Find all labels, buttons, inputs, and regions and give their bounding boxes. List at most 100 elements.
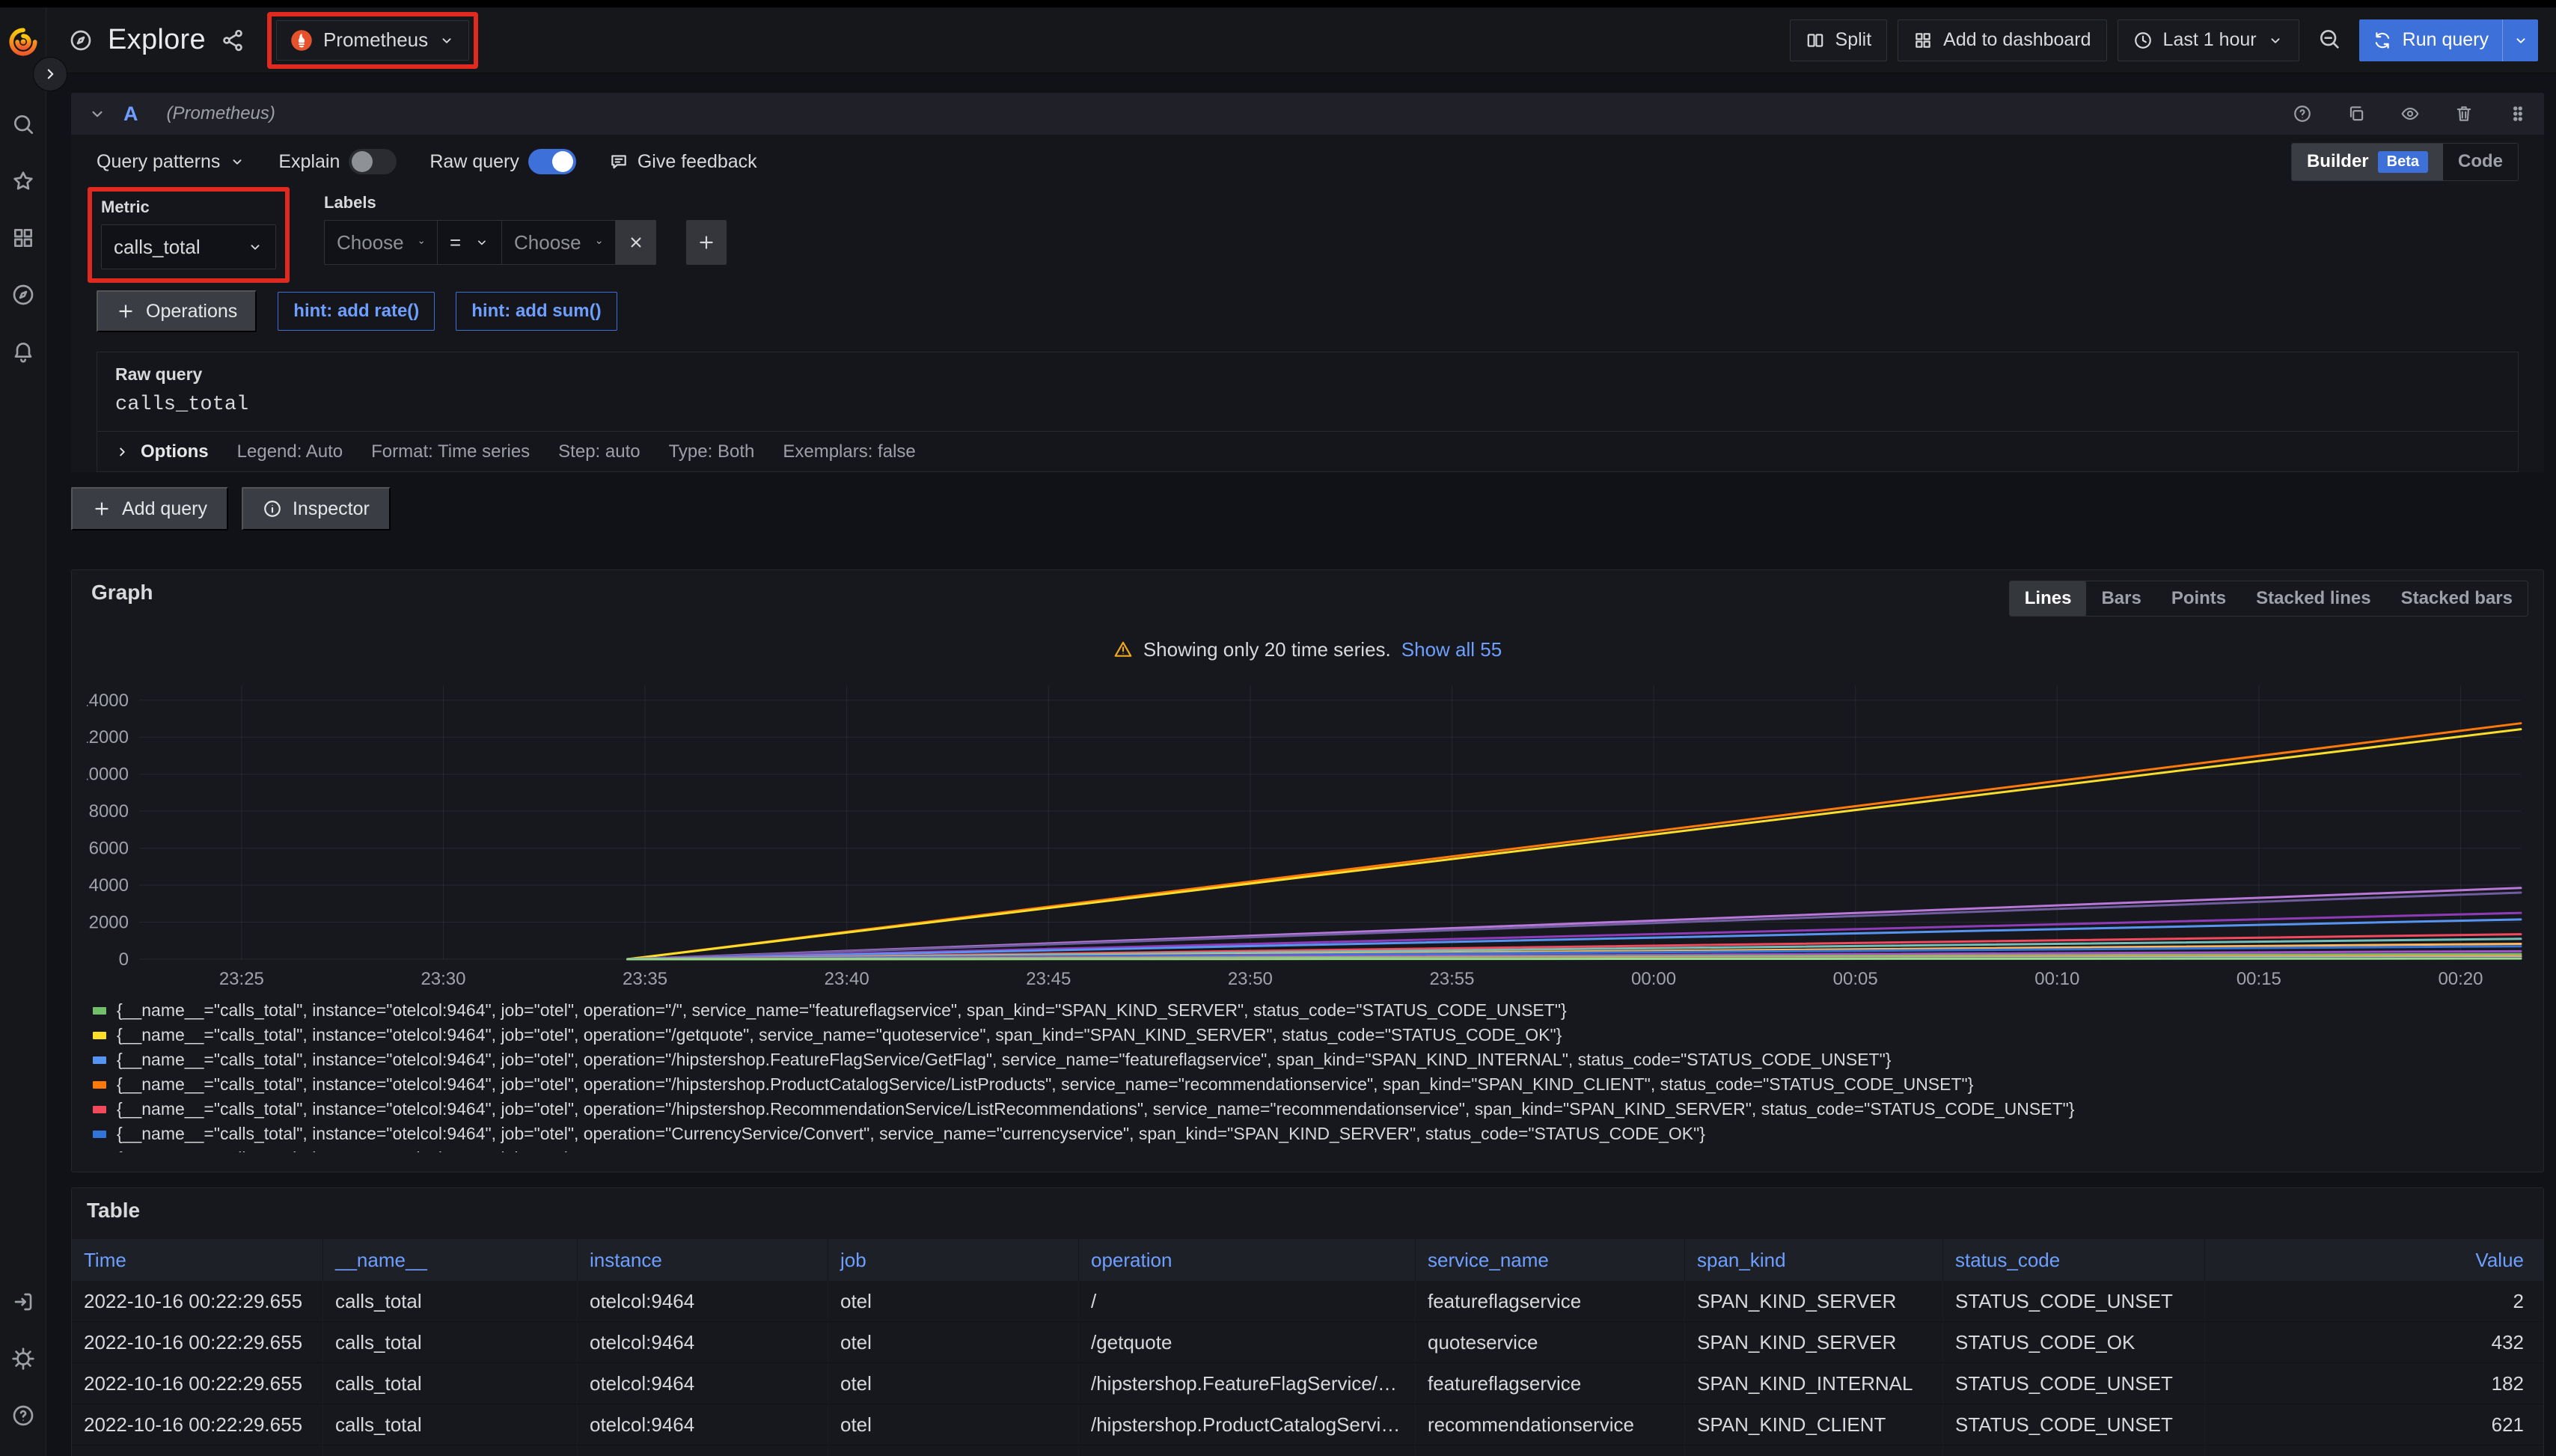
label-name-placeholder: Choose xyxy=(337,231,404,254)
legend-item[interactable]: {__name__="calls_total", instance="otelc… xyxy=(93,1047,2528,1072)
legend-item[interactable]: {__name__="calls_total", instance="otelc… xyxy=(93,1146,2528,1152)
dashboard-grid-icon xyxy=(1913,31,1933,50)
tab-builder[interactable]: Builder Beta xyxy=(2292,144,2443,180)
graph-mode-bars[interactable]: Bars xyxy=(2086,581,2156,616)
column-header-value[interactable]: Value xyxy=(2204,1239,2543,1281)
time-series-chart[interactable]: 0200040006000800010000120001400023:2523:… xyxy=(87,678,2528,992)
add-to-dashboard-button[interactable]: Add to dashboard xyxy=(1898,19,2106,61)
metric-annotation-box: Metric calls_total xyxy=(88,187,290,283)
show-all-series-link[interactable]: Show all 55 xyxy=(1401,638,1502,661)
cell-job: otel xyxy=(828,1322,1078,1362)
cell-value: 621 xyxy=(2204,1446,2543,1456)
options-collapse-toggle[interactable]: Options xyxy=(114,441,209,462)
duplicate-query-icon[interactable] xyxy=(2346,104,2366,123)
labels-label: Labels xyxy=(324,193,727,212)
give-feedback-link[interactable]: Give feedback xyxy=(609,151,757,173)
warning-text: Showing only 20 time series. xyxy=(1143,638,1391,661)
cell-job: otel xyxy=(828,1281,1078,1321)
column-header-job[interactable]: job xyxy=(828,1239,1078,1281)
add-label-filter-button[interactable] xyxy=(686,220,727,265)
add-to-dashboard-label: Add to dashboard xyxy=(1943,29,2091,51)
graph-mode-lines[interactable]: Lines xyxy=(2010,581,2087,616)
chevron-right-icon xyxy=(114,444,130,460)
cell-time: 2022-10-16 00:22:29.655 xyxy=(72,1281,322,1321)
column-header-span_kind[interactable]: span_kind xyxy=(1684,1239,1942,1281)
hint-add-sum-button[interactable]: hint: add sum() xyxy=(456,292,617,331)
comment-icon xyxy=(609,152,629,171)
option-legend: Legend: Auto xyxy=(237,441,343,462)
sidebar-item-configuration[interactable] xyxy=(0,1330,46,1387)
table-row[interactable]: 2022-10-16 00:22:29.655calls_totalotelco… xyxy=(72,1322,2543,1363)
y-axis-tick: 14000 xyxy=(87,691,129,711)
chevron-down-icon xyxy=(229,153,245,170)
run-query-dropdown[interactable] xyxy=(2502,19,2538,61)
table-row[interactable]: 2022-10-16 00:22:29.655calls_totalotelco… xyxy=(72,1281,2543,1322)
sidebar-item-dashboards[interactable] xyxy=(0,209,46,266)
disable-query-eye-icon[interactable] xyxy=(2400,104,2420,123)
column-header-status_code[interactable]: status_code xyxy=(1942,1239,2204,1281)
sidebar-item-sign-in[interactable] xyxy=(0,1273,46,1330)
query-help-icon[interactable] xyxy=(2293,104,2312,123)
run-query-button[interactable]: Run query xyxy=(2359,19,2538,61)
add-query-button[interactable]: Add query xyxy=(71,487,228,530)
legend-item[interactable]: {__name__="calls_total", instance="otelc… xyxy=(93,1122,2528,1146)
sidebar-item-alerting[interactable] xyxy=(0,323,46,380)
sidebar-item-starred[interactable] xyxy=(0,153,46,209)
legend-item[interactable]: {__name__="calls_total", instance="otelc… xyxy=(93,1072,2528,1097)
sidebar-item-search[interactable] xyxy=(0,96,46,153)
legend-item[interactable]: {__name__="calls_total", instance="otelc… xyxy=(93,998,2528,1023)
column-header-instance[interactable]: instance xyxy=(577,1239,828,1281)
explain-toggle[interactable] xyxy=(349,149,397,174)
label-value-placeholder: Choose xyxy=(514,231,581,254)
trash-icon[interactable] xyxy=(2454,104,2474,123)
tab-code[interactable]: Code xyxy=(2443,144,2518,180)
grafana-logo[interactable] xyxy=(7,7,39,76)
y-axis-tick: 4000 xyxy=(89,875,129,896)
sidebar-item-explore[interactable] xyxy=(0,266,46,323)
graph-mode-stacked-lines[interactable]: Stacked lines xyxy=(2241,581,2385,616)
legend-series-label: {__name__="calls_total", instance="otelc… xyxy=(117,1050,1891,1070)
drag-handle-icon[interactable] xyxy=(2508,104,2528,123)
table-row[interactable]: 2022-10-16 00:22:29.655calls_totalotelco… xyxy=(72,1446,2543,1456)
column-header-service_name[interactable]: service_name xyxy=(1415,1239,1684,1281)
datasource-picker[interactable]: Prometheus xyxy=(276,20,469,61)
time-range-picker[interactable]: Last 1 hour xyxy=(2118,19,2299,61)
info-circle-icon xyxy=(263,499,282,519)
editor-action-buttons: Add query Inspector xyxy=(71,487,2544,530)
share-icon[interactable] xyxy=(221,28,245,52)
query-patterns-dropdown[interactable]: Query patterns xyxy=(97,151,245,173)
chevron-down-icon[interactable] xyxy=(88,104,107,123)
time-range-label: Last 1 hour xyxy=(2163,29,2257,51)
hint-add-rate-button[interactable]: hint: add rate() xyxy=(278,292,435,331)
legend-item[interactable]: {__name__="calls_total", instance="otelc… xyxy=(93,1023,2528,1047)
graph-mode-points[interactable]: Points xyxy=(2156,581,2241,616)
raw-query-toggle[interactable] xyxy=(528,149,576,174)
query-row-header[interactable]: A (Prometheus) xyxy=(71,93,2544,135)
legend-item[interactable]: {__name__="calls_total", instance="otelc… xyxy=(93,1097,2528,1122)
metric-select[interactable]: calls_total xyxy=(101,224,276,269)
inspector-button[interactable]: Inspector xyxy=(242,487,391,530)
cell-value: 621 xyxy=(2204,1404,2543,1445)
label-name-select[interactable]: Choose xyxy=(324,220,438,265)
split-button[interactable]: Split xyxy=(1790,19,1888,61)
zoom-out-button[interactable] xyxy=(2310,27,2349,53)
metric-value: calls_total xyxy=(114,236,201,259)
column-header-operation[interactable]: operation xyxy=(1078,1239,1415,1281)
legend-series-label: {__name__="calls_total", instance="otelc… xyxy=(117,1099,2074,1119)
sidebar-expand-button[interactable] xyxy=(33,57,67,91)
label-operator-select[interactable]: = xyxy=(438,220,502,265)
table-row[interactable]: 2022-10-16 00:22:29.655calls_totalotelco… xyxy=(72,1363,2543,1404)
column-header-time[interactable]: Time xyxy=(72,1239,322,1281)
graph-mode-stacked-bars[interactable]: Stacked bars xyxy=(2386,581,2528,616)
y-axis-tick: 10000 xyxy=(87,765,129,785)
column-header-name[interactable]: __name__ xyxy=(322,1239,577,1281)
graph-legend: {__name__="calls_total", instance="otelc… xyxy=(87,998,2528,1152)
zoom-out-icon xyxy=(2317,27,2341,51)
add-operation-button[interactable]: Operations xyxy=(97,290,257,332)
label-value-select[interactable]: Choose xyxy=(502,220,616,265)
table-row[interactable]: 2022-10-16 00:22:29.655calls_totalotelco… xyxy=(72,1404,2543,1446)
graph-panel: Graph Lines Bars Points Stacked lines St… xyxy=(71,569,2544,1172)
remove-label-filter-button[interactable] xyxy=(616,220,656,265)
y-axis-tick: 8000 xyxy=(89,801,129,822)
sidebar-item-help[interactable] xyxy=(0,1387,46,1444)
